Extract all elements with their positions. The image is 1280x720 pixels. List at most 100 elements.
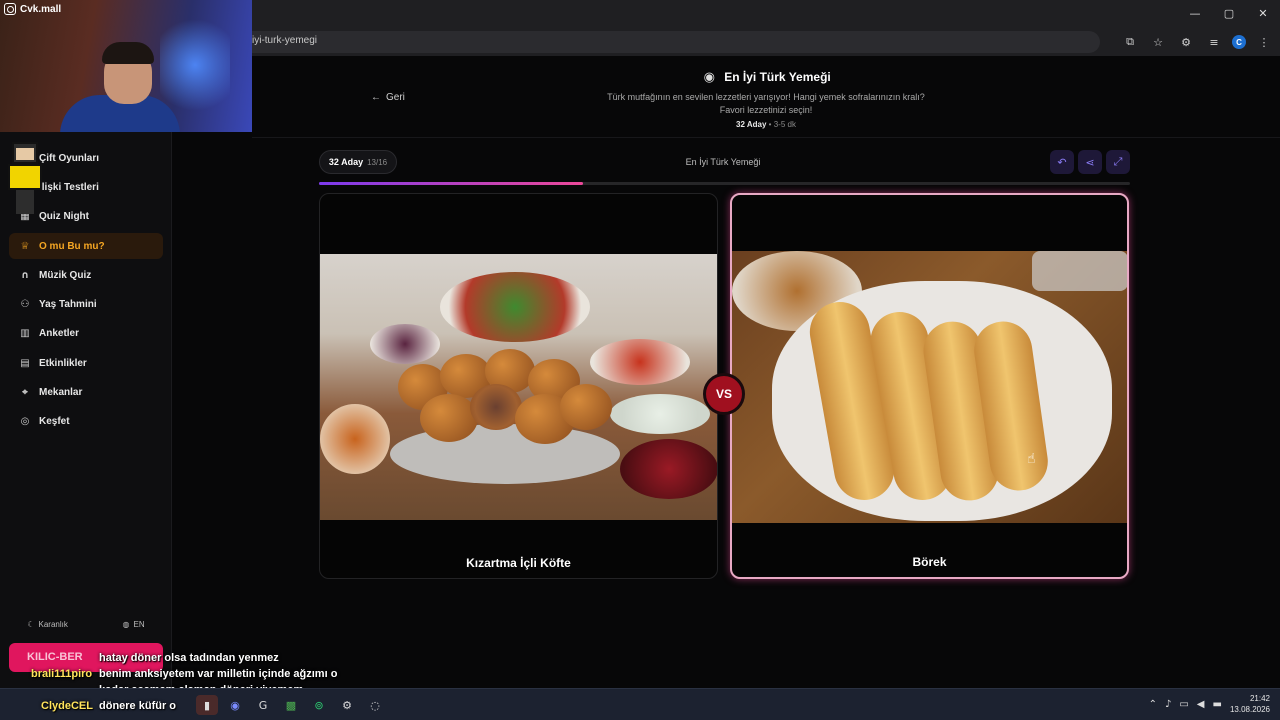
choice-card-left[interactable]: Kızartma İçli Köfte [319,193,718,579]
network-icon[interactable]: ▭ [1179,699,1188,710]
chat-message: dönere küfür o [99,700,177,712]
kofte-ball-5 [420,394,478,442]
hand-cursor-icon: ☝ [1027,451,1036,467]
choice-card-right[interactable]: Börek [730,193,1129,579]
salad-plate [440,272,590,342]
battery-icon[interactable]: ▬ [1213,699,1222,710]
globe-icon: ◍ [122,619,130,629]
pixel-character-avatar [4,142,44,216]
clock[interactable]: 21:42 13.08.2026 [1230,693,1270,715]
sidebar-footer: ☾ Karanlık ◍ EN [0,614,172,634]
discord-icon[interactable]: ◉ [224,695,246,715]
address-bar[interactable]: iyi-turk-yemegi [238,31,1100,53]
page-description: Türk mutfağının en sevilen lezzetleri ya… [252,91,1280,117]
page-header: ← Geri ◉ En İyi Türk Yemeği Türk mutfağı… [252,56,1280,138]
streamer-tag: Cvk.mall [4,3,61,15]
sidebar-item-label: Müzik Quiz [39,269,92,281]
taskbar-apps: ▮ ◉ G ▩ ⊚ ⚙ ◌ [196,695,386,715]
app-icon[interactable]: G [252,695,274,715]
cast-icon[interactable]: ⧉ [1120,32,1140,52]
sauce-bowl [590,339,690,385]
pixel-body [8,164,42,190]
sidebar-item-label: Mekanlar [39,386,83,398]
steam-icon[interactable]: ⚙ [336,695,358,715]
title-highlight: Türk Yemeği [759,70,831,84]
food-photo-borek [732,251,1127,523]
system-tray: ⌃ ♪ ▭ ◀ ▬ 21:42 13.08.2026 [1149,693,1270,715]
language-toggle[interactable]: ◍ EN [123,620,145,629]
sidebar-item-muzik-quiz[interactable]: ∩ Müzik Quiz [9,262,163,288]
progress-bar [319,182,1130,185]
sidebar-item-label: Anketler [39,327,80,339]
taskbar: ▮ ◉ G ▩ ⊚ ⚙ ◌ ⌃ ♪ ▭ ◀ ▬ 21:42 13.08.2026 [0,688,1280,720]
pickle-bowl [620,439,717,499]
kofte-ball-7 [560,384,612,430]
volume-icon[interactable]: ◀ [1197,699,1205,710]
led-glow [160,10,230,120]
headphones-icon: ∩ [20,269,30,281]
choice-label-left: Kızartma İçli Köfte [466,556,571,570]
more-menu-icon[interactable]: ⋮ [1254,32,1274,52]
sidebar-item-o-mu-bu-mu[interactable]: ♕ O mu Bu mu? [9,233,163,259]
round-progress: 13/16 [367,157,388,167]
minecraft-icon[interactable]: ▩ [280,695,302,715]
window-controls: — ▢ ✕ [1178,0,1280,26]
chat-badge-text: KILIC-BER [27,651,83,663]
clock-date: 13.08.2026 [1229,705,1270,714]
minimize-button[interactable]: — [1178,0,1212,26]
moon-icon: ☾ [27,619,35,629]
browser-actions: ⧉ ☆ ⚙ ≡ C ⋮ [1120,31,1274,53]
sidebar-item-label: İlişki Testleri [39,181,99,193]
undo-button[interactable]: ↶ [1050,150,1074,174]
sidebar-item-label: Etkinlikler [39,357,87,369]
url-text: iyi-turk-yemegi [252,35,318,46]
streamer-handle: Cvk.mall [20,3,62,15]
webcam-person-hair [102,42,154,64]
instagram-icon [4,3,16,15]
sidebar-item-yas-tahmini[interactable]: ⚇ Yaş Tahmini [9,291,163,317]
profile-avatar[interactable]: C [1232,35,1246,49]
compass-icon: ◎ [20,415,30,427]
chat-username: ClydeCEL [41,700,93,712]
media-icon[interactable]: ≡ [1204,32,1224,52]
bar-chart-icon: ▥ [20,327,30,339]
fullscreen-button[interactable]: ⤢ [1106,150,1130,174]
candidate-count: 32 Aday [736,120,767,129]
main-plate [390,424,620,484]
sidebar-item-etkinlikler[interactable]: ▤ Etkinlikler [9,350,163,376]
title-prefix: En İyi [724,70,760,84]
chat-username: brali111piro [31,668,93,680]
mic-icon[interactable]: ♪ [1165,699,1171,710]
language-label: EN [133,619,145,629]
pixel-legs [16,190,34,214]
food-photo-icli-kofte [320,254,717,520]
round-pill: 32 Aday 13/16 [319,150,397,174]
theme-toggle[interactable]: ☾ Karanlık [27,620,68,629]
description-line-1: Türk mutfağının en sevilen lezzetleri ya… [607,92,925,102]
page-title: ◉ En İyi Türk Yemeği [252,69,1280,85]
bookmark-star-icon[interactable]: ☆ [1148,32,1168,52]
app-icon[interactable]: ▮ [196,695,218,715]
progress-fill [319,182,583,185]
clock-time: 21:42 [1249,694,1270,703]
vs-badge: VS [703,373,745,415]
sidebar-item-label: Quiz Night [39,210,89,222]
round-label: 32 Aday [328,157,364,167]
kofte-ball-cut [470,384,522,430]
sidebar-item-label: Yaş Tahmini [39,298,97,310]
theme-label: Karanlık [38,619,68,629]
sidebar-item-anketler[interactable]: ▥ Anketler [9,320,163,346]
maximize-button[interactable]: ▢ [1212,0,1246,26]
description-line-2: Favori lezzetinizi seçin! [719,105,813,115]
close-window-button[interactable]: ✕ [1246,0,1280,26]
onion-bowl [370,324,440,364]
sidebar-item-mekanlar[interactable]: ⌖ Mekanlar [9,379,163,405]
app-icon[interactable]: ⊚ [308,695,330,715]
chevron-up-icon[interactable]: ⌃ [1149,699,1157,710]
choice-label-right: Börek [912,555,947,569]
app-icon[interactable]: ◌ [364,695,386,715]
extensions-icon[interactable]: ⚙ [1176,32,1196,52]
action-buttons: ↶ ⋖ ⤢ [1050,150,1130,174]
share-button[interactable]: ⋖ [1078,150,1102,174]
sidebar-item-kesfet[interactable]: ◎ Keşfet [9,408,163,434]
